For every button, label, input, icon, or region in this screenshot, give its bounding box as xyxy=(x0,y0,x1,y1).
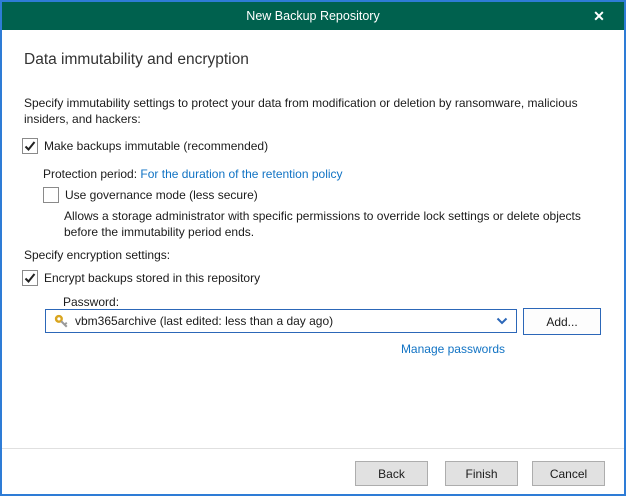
make-backups-immutable-label: Make backups immutable (recommended) xyxy=(44,138,268,154)
encryption-intro-text: Specify encryption settings: xyxy=(24,247,170,263)
add-password-button[interactable]: Add... xyxy=(523,308,601,335)
page-title: Data immutability and encryption xyxy=(24,51,249,69)
protection-period-label: Protection period: xyxy=(43,167,137,181)
governance-mode-checkbox-row: Use governance mode (less secure) xyxy=(43,187,258,203)
finish-button[interactable]: Finish xyxy=(445,461,518,486)
new-backup-repository-dialog: New Backup Repository ✕ Data immutabilit… xyxy=(0,0,626,496)
protection-period-row: Protection period: For the duration of t… xyxy=(43,166,343,182)
governance-mode-checkbox[interactable] xyxy=(43,187,59,203)
password-dropdown[interactable]: vbm365archive (last edited: less than a … xyxy=(45,309,517,333)
cancel-button[interactable]: Cancel xyxy=(532,461,605,486)
governance-mode-label: Use governance mode (less secure) xyxy=(65,187,258,203)
footer-separator xyxy=(2,448,624,449)
back-button[interactable]: Back xyxy=(355,461,428,486)
password-selected-value: vbm365archive (last edited: less than a … xyxy=(75,314,496,328)
titlebar: New Backup Repository xyxy=(2,2,624,30)
make-backups-immutable-checkbox[interactable] xyxy=(22,138,38,154)
checkmark-icon xyxy=(24,140,36,152)
immutability-intro-text: Specify immutability settings to protect… xyxy=(24,95,608,127)
password-label: Password: xyxy=(63,294,119,310)
manage-passwords-row: Manage passwords xyxy=(45,341,505,357)
chevron-down-icon[interactable] xyxy=(496,317,508,325)
protection-period-link[interactable]: For the duration of the retention policy xyxy=(140,167,342,181)
checkmark-icon xyxy=(24,272,36,284)
close-icon[interactable]: ✕ xyxy=(584,2,614,30)
governance-mode-help-text: Allows a storage administrator with spec… xyxy=(64,208,612,240)
window-title: New Backup Repository xyxy=(246,9,379,23)
encrypt-backups-checkbox[interactable] xyxy=(22,270,38,286)
encrypt-backups-label: Encrypt backups stored in this repositor… xyxy=(44,270,260,286)
encrypt-backups-checkbox-row: Encrypt backups stored in this repositor… xyxy=(22,270,260,286)
key-icon xyxy=(54,314,69,329)
manage-passwords-link[interactable]: Manage passwords xyxy=(401,342,505,356)
make-backups-immutable-checkbox-row: Make backups immutable (recommended) xyxy=(22,138,268,154)
